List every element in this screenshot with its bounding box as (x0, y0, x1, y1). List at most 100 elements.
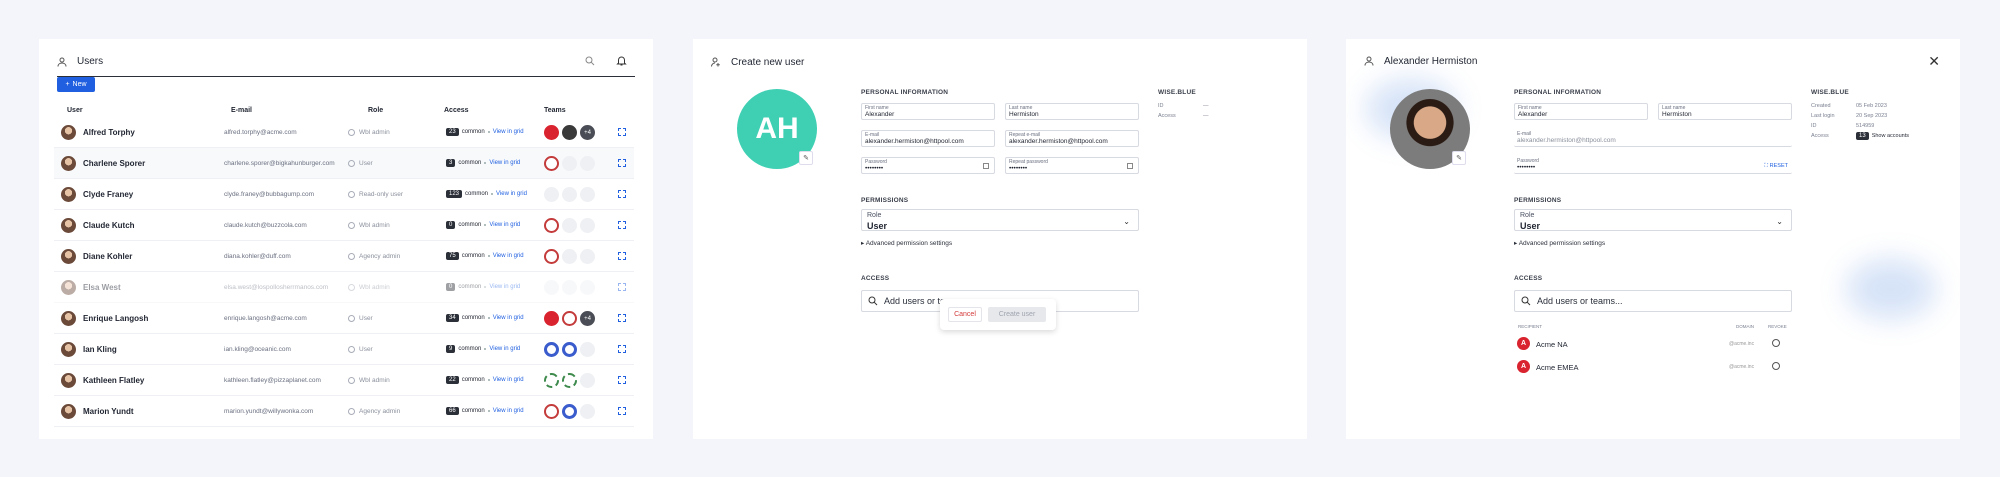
edit-avatar-button[interactable]: ✎ (799, 151, 813, 165)
user-name[interactable]: Claude Kutch (83, 221, 135, 230)
view-in-grid-link[interactable]: View in grid (489, 346, 520, 352)
teams-cell (544, 280, 595, 295)
expand-icon[interactable] (618, 407, 626, 415)
col-role[interactable]: Role (368, 107, 383, 114)
access-heading: ACCESS (861, 275, 890, 282)
expand-icon[interactable] (618, 345, 626, 353)
expand-icon[interactable] (618, 128, 626, 136)
advanced-permissions-toggle[interactable]: ▸ Advanced permission settings (861, 239, 952, 247)
last-login-value: 20 Sep 2023 (1856, 113, 1888, 119)
view-in-grid-link[interactable]: View in grid (489, 284, 520, 290)
search-icon[interactable] (585, 56, 595, 66)
id-label: ID (1158, 103, 1164, 109)
last-name-field[interactable]: Last name Hermiston (1658, 103, 1792, 120)
last-name-field[interactable]: Last name Hermiston (1005, 103, 1139, 120)
user-email: ian.kling@oceanic.com (224, 346, 291, 353)
table-row[interactable]: Elsa West elsa.west@lospollosherrmanos.co… (54, 272, 634, 303)
access-count: 9 (446, 345, 456, 353)
password-field[interactable]: Password •••••••• (861, 157, 995, 174)
user-name[interactable]: Charlene Sporer (83, 159, 145, 168)
page-title: Alexander Hermiston (1384, 55, 1478, 67)
advanced-permissions-toggle[interactable]: ▸ Advanced permission settings (1514, 239, 1605, 247)
close-icon[interactable]: ✕ (1928, 53, 1940, 70)
user-name[interactable]: Marion Yundt (83, 407, 134, 416)
user-email: marion.yundt@willywonka.com (224, 408, 314, 415)
view-in-grid-link[interactable]: View in grid (493, 315, 524, 321)
repeat-password-field[interactable]: Repeat password •••••••• (1005, 157, 1139, 174)
table-row[interactable]: Enrique Langosh enrique.langosh@acme.com U… (54, 303, 634, 334)
table-row[interactable]: Claude Kutch claude.kutch@buzzcola.com Wbl… (54, 210, 634, 241)
col-user[interactable]: User (67, 107, 83, 114)
role-icon (348, 315, 355, 322)
table-row[interactable]: Diane Kohler diana.kohler@duff.com Agency … (54, 241, 634, 272)
user-name[interactable]: Kathleen Flatley (83, 376, 144, 385)
table-row[interactable]: Alfred Torphy alfred.torphy@acme.com Wbl a… (54, 117, 634, 148)
role-icon (348, 284, 355, 291)
view-in-grid-link[interactable]: View in grid (489, 160, 520, 166)
more-teams-badge[interactable]: +4 (580, 311, 595, 326)
view-in-grid-link[interactable]: View in grid (493, 408, 524, 414)
access-cell: 0 common View in grid (446, 221, 520, 229)
user-name[interactable]: Clyde Franey (83, 190, 133, 199)
user-name[interactable]: Elsa West (83, 283, 121, 292)
add-users-search[interactable]: Add users or teams... (1514, 290, 1792, 312)
reset-password-button[interactable]: ⛶ RESET (1764, 163, 1788, 170)
acme-logo-icon: A (1517, 337, 1530, 350)
table-row[interactable]: Charlene Sporer charlene.sporer@bigkahunb… (54, 148, 634, 179)
user-name[interactable]: Ian Kling (83, 345, 117, 354)
role-icon (348, 408, 355, 415)
revoke-col: REVOKE (1768, 324, 1787, 329)
chevron-down-icon: ⌄ (1123, 217, 1130, 226)
role-select[interactable]: Role User ⌄ (1514, 209, 1792, 231)
col-access[interactable]: Access (444, 107, 469, 114)
team-logo-icon (562, 342, 577, 357)
access-value: 13 Show accounts (1856, 132, 1909, 140)
avatar (61, 156, 76, 171)
cancel-button[interactable]: Cancel (948, 307, 982, 322)
more-teams-badge[interactable]: +4 (580, 125, 595, 140)
repeat-email-field[interactable]: Repeat e-mail alexander.hermiston@httpool… (1005, 130, 1139, 147)
view-in-grid-link[interactable]: View in grid (489, 222, 520, 228)
first-name-field[interactable]: First name Alexander (1514, 103, 1648, 120)
expand-icon[interactable] (1127, 163, 1133, 169)
access-count: 75 (446, 252, 459, 260)
revoke-icon[interactable] (1772, 339, 1780, 347)
expand-icon[interactable] (618, 283, 626, 291)
avatar (61, 404, 76, 419)
table-row[interactable]: Kathleen Flatley kathleen.flatley@pizzapl… (54, 365, 634, 396)
col-teams[interactable]: Teams (544, 107, 566, 114)
expand-icon[interactable] (618, 159, 626, 167)
view-in-grid-link[interactable]: View in grid (493, 377, 524, 383)
edit-avatar-button[interactable]: ✎ (1452, 151, 1466, 165)
create-user-button[interactable]: Create user (988, 307, 1046, 322)
revoke-icon[interactable] (1772, 362, 1780, 370)
notification-icon[interactable] (616, 55, 627, 66)
page-title: Create new user (731, 56, 805, 68)
expand-icon[interactable] (618, 376, 626, 384)
separator-dot (484, 348, 487, 350)
expand-icon[interactable] (618, 190, 626, 198)
email-field[interactable]: E-mail alexander.hermiston@httpool.com (861, 130, 995, 147)
user-name[interactable]: Diane Kohler (83, 252, 132, 261)
table-row[interactable]: Clyde Franey clyde.franey@bubbagump.com Re… (54, 179, 634, 210)
view-in-grid-link[interactable]: View in grid (493, 129, 524, 135)
user-name[interactable]: Enrique Langosh (83, 314, 148, 323)
user-name[interactable]: Alfred Torphy (83, 128, 135, 137)
new-button[interactable]: + New (57, 77, 95, 92)
table-row[interactable]: Ian Kling ian.kling@oceanic.com User 9 commo… (54, 334, 634, 365)
expand-icon[interactable] (618, 314, 626, 322)
show-accounts-link[interactable]: Show accounts (1872, 133, 1909, 139)
first-name-field[interactable]: First name Alexander (861, 103, 995, 120)
view-in-grid-link[interactable]: View in grid (493, 253, 524, 259)
role-icon (348, 191, 355, 198)
expand-icon[interactable] (983, 163, 989, 169)
expand-icon[interactable] (618, 252, 626, 260)
expand-icon[interactable] (618, 221, 626, 229)
table-row[interactable]: Marion Yundt marion.yundt@willywonka.com A… (54, 396, 634, 427)
separator-dot (484, 286, 487, 288)
col-email[interactable]: E-mail (231, 107, 252, 114)
role-select[interactable]: Role User ⌄ (861, 209, 1139, 231)
role-icon (348, 253, 355, 260)
view-in-grid-link[interactable]: View in grid (496, 191, 527, 197)
avatar (61, 249, 76, 264)
